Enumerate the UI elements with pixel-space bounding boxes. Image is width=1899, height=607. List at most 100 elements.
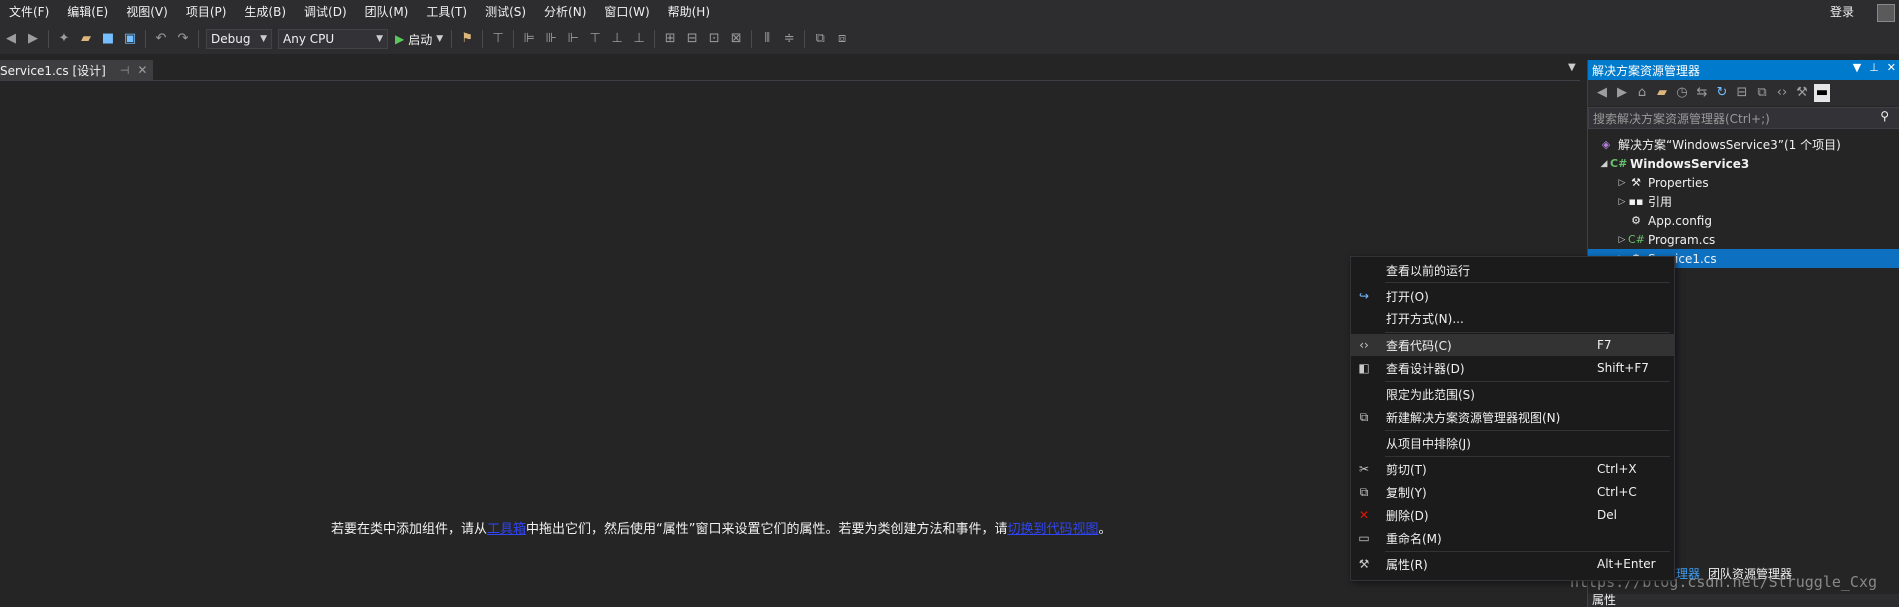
view-code-icon[interactable]: ‹› — [1774, 84, 1790, 102]
vertical-spacing-icon[interactable]: ≑ — [780, 30, 798, 48]
redo-icon[interactable]: ↷ — [174, 30, 192, 48]
solution-explorer-search-input[interactable]: 搜索解决方案资源管理器(Ctrl+;) ⚲ — [1588, 107, 1899, 129]
save-icon[interactable]: ■ — [99, 30, 117, 48]
switch-to-code-view-link[interactable]: 切换到代码视图 — [1008, 522, 1099, 537]
bring-to-front-icon[interactable]: ⧉ — [811, 30, 829, 48]
toolbar-divider — [654, 30, 656, 48]
menu-tools[interactable]: 工具(T) — [417, 0, 476, 24]
home-icon[interactable]: ⌂ — [1634, 84, 1650, 102]
align-grid-icon[interactable]: ⊤ — [489, 30, 507, 48]
menu-item-scope-to-this[interactable]: 限定为此范围(S) — [1351, 383, 1674, 405]
csharp-file-icon: C# — [1628, 233, 1645, 246]
same-width-icon[interactable]: ⊞ — [661, 30, 679, 48]
align-bottom-icon[interactable]: ⊥ — [630, 30, 648, 48]
properties-wrench-icon[interactable]: ⚒ — [1794, 84, 1810, 102]
platform-select[interactable]: Any CPU ▼ — [278, 29, 388, 49]
tree-item-appconfig[interactable]: ⚙ App.config — [1588, 211, 1899, 230]
search-placeholder: 搜索解决方案资源管理器(Ctrl+;) — [1593, 111, 1770, 126]
menu-item-exclude-from-project[interactable]: 从项目中排除(J) — [1351, 432, 1674, 454]
menu-test[interactable]: 测试(S) — [476, 0, 535, 24]
tree-item-project[interactable]: ◢ C# WindowsService3 — [1588, 154, 1899, 173]
align-middle-icon[interactable]: ⊥ — [608, 30, 626, 48]
menu-edit[interactable]: 编辑(E) — [58, 0, 117, 24]
size-to-grid-icon[interactable]: ⊠ — [727, 30, 745, 48]
back-icon[interactable]: ◀ — [1594, 84, 1610, 102]
menu-item-shortcut: F7 — [1597, 338, 1612, 352]
align-center-icon[interactable]: ⊪ — [542, 30, 560, 48]
pin-icon[interactable]: ⊥ — [1869, 61, 1879, 74]
send-to-back-icon[interactable]: ⧈ — [833, 30, 851, 48]
login-link[interactable]: 登录 — [1830, 0, 1854, 24]
open-folder-icon[interactable]: ▰ — [77, 30, 95, 48]
switch-views-icon[interactable]: ▰ — [1654, 84, 1670, 102]
document-list-dropdown-icon[interactable]: ▼ — [1568, 62, 1576, 73]
menu-window[interactable]: 窗口(W) — [595, 0, 658, 24]
menu-item-properties[interactable]: ⚒ 属性(R) Alt+Enter — [1351, 553, 1674, 575]
configuration-select[interactable]: Debug ▼ — [206, 29, 272, 49]
menu-item-view-previous-runs[interactable]: 查看以前的运行 — [1351, 259, 1674, 281]
save-all-icon[interactable]: ▣ — [121, 30, 139, 48]
refresh-icon[interactable]: ↻ — [1714, 84, 1730, 102]
menu-item-open-with[interactable]: 打开方式(N)... — [1351, 307, 1674, 329]
close-icon[interactable]: ✕ — [1887, 61, 1896, 74]
sync-with-document-icon[interactable]: ⇆ — [1694, 84, 1710, 102]
start-button[interactable]: ▶ 启动 ▼ — [395, 31, 443, 48]
document-tab-service1-design[interactable]: Service1.cs [设计] ⊣ ✕ — [0, 60, 154, 80]
chevron-down-icon: ▼ — [376, 34, 383, 44]
hint-text-middle: 中拖出它们，然后使用“属性”窗口来设置它们的属性。若要为类创建方法和事件，请 — [526, 522, 1008, 537]
close-icon[interactable]: ✕ — [137, 63, 147, 77]
menu-item-view-code[interactable]: ‹› 查看代码(C) F7 — [1351, 334, 1674, 356]
new-project-icon[interactable]: ✦ — [55, 30, 73, 48]
menu-view[interactable]: 视图(V) — [117, 0, 177, 24]
collapsed-arrow-icon[interactable]: ▷ — [1616, 197, 1628, 207]
back-icon[interactable]: ◀ — [2, 30, 20, 48]
forward-icon[interactable]: ▶ — [24, 30, 42, 48]
tree-item-properties[interactable]: ▷ ⚒ Properties — [1588, 173, 1899, 192]
collapsed-arrow-icon[interactable]: ▷ — [1616, 178, 1628, 188]
tree-item-program[interactable]: ▷ C# Program.cs — [1588, 230, 1899, 249]
scissors-icon: ✂ — [1358, 462, 1370, 476]
align-right-icon[interactable]: ⊩ — [564, 30, 582, 48]
pending-changes-icon[interactable]: ◷ — [1674, 84, 1690, 102]
menu-item-label: 删除(D) — [1386, 508, 1429, 523]
pin-icon[interactable]: ⊣ — [120, 64, 130, 77]
menu-analyze[interactable]: 分析(N) — [535, 0, 595, 24]
menu-item-open[interactable]: ↪ 打开(O) — [1351, 285, 1674, 307]
collapse-all-icon[interactable]: ⊟ — [1734, 84, 1750, 102]
properties-panel-title: 属性 — [1588, 594, 1899, 607]
menu-item-delete[interactable]: ✕ 删除(D) Del — [1351, 504, 1674, 526]
align-top-icon[interactable]: ⊤ — [586, 30, 604, 48]
menu-debug[interactable]: 调试(D) — [295, 0, 356, 24]
menu-file[interactable]: 文件(F) — [0, 0, 58, 24]
search-icon[interactable]: ⚲ — [1880, 109, 1889, 123]
window-position-dropdown-icon[interactable]: ▼ — [1853, 61, 1861, 74]
menu-item-new-se-view[interactable]: ⧉ 新建解决方案资源管理器视图(N) — [1351, 406, 1674, 428]
avatar[interactable] — [1877, 4, 1895, 22]
menu-team[interactable]: 团队(M) — [356, 0, 418, 24]
references-icon: ▪▪ — [1628, 195, 1644, 208]
undo-icon[interactable]: ↶ — [152, 30, 170, 48]
same-height-icon[interactable]: ⊟ — [683, 30, 701, 48]
horizontal-spacing-icon[interactable]: ⫴ — [758, 30, 776, 48]
show-all-files-icon[interactable]: ⧉ — [1754, 84, 1770, 102]
menu-project[interactable]: 项目(P) — [177, 0, 236, 24]
solution-explorer-toolbar: ◀ ▶ ⌂ ▰ ◷ ⇆ ↻ ⊟ ⧉ ‹› ⚒ ▬ — [1588, 80, 1899, 106]
forward-icon[interactable]: ▶ — [1614, 84, 1630, 102]
menu-item-copy[interactable]: ⧉ 复制(Y) Ctrl+C — [1351, 481, 1674, 503]
align-left-icon[interactable]: ⊫ — [520, 30, 538, 48]
same-size-icon[interactable]: ⊡ — [705, 30, 723, 48]
find-in-files-icon[interactable]: ⚑ — [458, 30, 476, 48]
collapsed-arrow-icon[interactable]: ▷ — [1616, 235, 1628, 245]
menu-separator — [1385, 381, 1670, 382]
menu-item-cut[interactable]: ✂ 剪切(T) Ctrl+X — [1351, 458, 1674, 480]
toolbox-link[interactable]: 工具箱 — [487, 522, 526, 537]
preview-selected-items-icon[interactable]: ▬ — [1814, 84, 1830, 102]
tree-item-references[interactable]: ▷ ▪▪ 引用 — [1588, 192, 1899, 211]
tree-item-solution[interactable]: ◈ 解决方案“WindowsService3”(1 个项目) — [1588, 135, 1899, 154]
designer-icon: ◧ — [1358, 361, 1370, 375]
menu-item-view-designer[interactable]: ◧ 查看设计器(D) Shift+F7 — [1351, 357, 1674, 379]
expanded-arrow-icon[interactable]: ◢ — [1598, 159, 1610, 169]
menu-item-rename[interactable]: ▭ 重命名(M) — [1351, 527, 1674, 549]
menu-help[interactable]: 帮助(H) — [659, 0, 719, 24]
menu-build[interactable]: 生成(B) — [235, 0, 295, 24]
